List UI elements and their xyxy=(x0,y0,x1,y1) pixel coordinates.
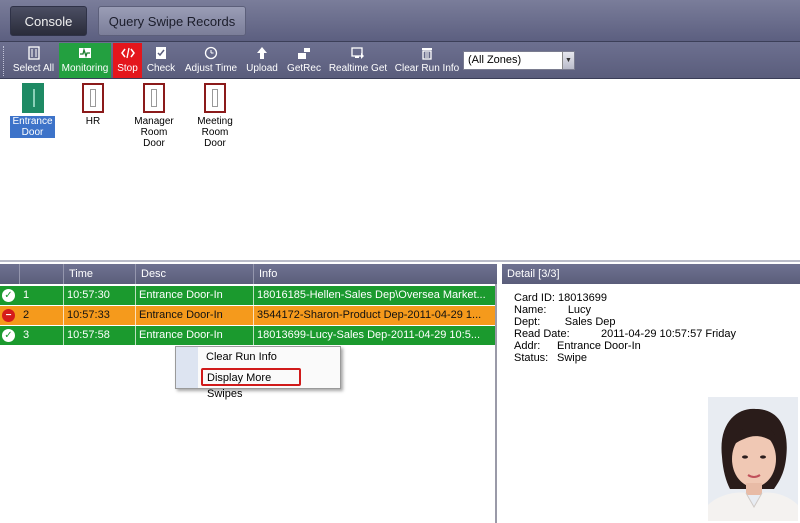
detail-read-date: Read Date: 2011-04-29 10:57:57 Friday xyxy=(514,328,736,340)
context-menu-gutter xyxy=(176,347,198,388)
column-header-status[interactable] xyxy=(0,264,20,284)
detail-name: Name: Lucy xyxy=(514,304,592,316)
person-photo xyxy=(708,397,798,521)
adjust-time-button[interactable]: Adjust Time xyxy=(183,43,239,78)
detail-header: Detail [3/3] xyxy=(502,264,800,284)
console-button[interactable]: Console xyxy=(10,6,87,36)
door-hr[interactable]: HR xyxy=(74,83,112,127)
context-menu: Clear Run Info Display More Swipes xyxy=(175,346,341,400)
door-panel: Entrance Door HR Manager Room Door Meeting… xyxy=(0,80,800,262)
door-meeting-room[interactable]: Meeting Room Door xyxy=(189,83,241,149)
query-swipe-records-button[interactable]: Query Swipe Records xyxy=(98,6,246,36)
chevron-down-icon[interactable]: ▼ xyxy=(562,52,574,69)
menu-item-clear-run-info[interactable]: Clear Run Info xyxy=(206,351,277,363)
checkmark-icon: ✓ xyxy=(2,329,15,342)
door-label: Meeting Room Door xyxy=(197,116,233,149)
getrec-button[interactable]: GetRec xyxy=(285,43,323,78)
menu-item-display-more-swipes[interactable]: Display More Swipes xyxy=(201,368,301,400)
detail-dept: Dept: Sales Dep xyxy=(514,316,616,328)
detail-addr: Addr: Entrance Door-In xyxy=(514,340,641,352)
column-header-info[interactable]: Info xyxy=(254,264,497,284)
stop-icon xyxy=(120,45,136,61)
door-open-icon xyxy=(21,83,44,113)
header-bar: Console Query Swipe Records xyxy=(0,0,800,42)
toolbar-grip xyxy=(3,46,6,76)
column-header-number[interactable] xyxy=(20,264,64,284)
zone-select[interactable]: (All Zones) ▼ xyxy=(463,51,575,70)
stop-button[interactable]: Stop xyxy=(113,43,142,78)
door-entrance[interactable]: Entrance Door xyxy=(10,83,55,138)
detail-card-id: Card ID: 18013699 xyxy=(514,292,607,304)
door-label: HR xyxy=(85,116,101,127)
door-label: Manager Room Door xyxy=(134,116,174,149)
door-label: Entrance Door xyxy=(10,116,55,138)
grid-header: Time Desc Info xyxy=(0,264,497,284)
check-icon xyxy=(153,45,169,61)
upload-icon xyxy=(254,45,270,61)
check-button[interactable]: Check xyxy=(145,43,177,78)
table-row[interactable]: ✓ 3 10:57:58 Entrance Door-In 18013699-L… xyxy=(0,326,495,346)
detail-status: Status: Swipe xyxy=(514,352,587,364)
upload-button[interactable]: Upload xyxy=(244,43,280,78)
door-manager-room[interactable]: Manager Room Door xyxy=(127,83,181,149)
column-header-desc[interactable]: Desc xyxy=(136,264,254,284)
getrec-icon xyxy=(296,45,312,61)
door-closed-icon xyxy=(143,83,165,113)
select-all-button[interactable]: Select All xyxy=(11,43,56,78)
table-row[interactable]: − 2 10:57:33 Entrance Door-In 3544172-Sh… xyxy=(0,306,495,326)
clear-run-info-button[interactable]: Clear Run Info xyxy=(394,43,460,78)
monitoring-button[interactable]: Monitoring xyxy=(59,43,111,78)
table-row[interactable]: ✓ 1 10:57:30 Entrance Door-In 18016185-H… xyxy=(0,286,495,306)
door-closed-icon xyxy=(82,83,104,113)
column-header-time[interactable]: Time xyxy=(64,264,136,284)
toolbar: Select All Monitoring Stop Check Adjust … xyxy=(0,42,800,79)
door-closed-icon xyxy=(204,83,226,113)
trash-icon xyxy=(419,45,435,61)
swipe-record-grid: Time Desc Info ✓ 1 10:57:30 Entrance Doo… xyxy=(0,264,497,523)
checkmark-icon: ✓ xyxy=(2,289,15,302)
clock-icon xyxy=(203,45,219,61)
select-all-icon xyxy=(26,45,42,61)
error-icon: − xyxy=(2,309,15,322)
zone-select-value: (All Zones) xyxy=(468,54,522,66)
realtime-get-icon xyxy=(350,45,366,61)
realtime-get-button[interactable]: Realtime Get xyxy=(328,43,388,78)
monitoring-icon xyxy=(77,45,93,61)
